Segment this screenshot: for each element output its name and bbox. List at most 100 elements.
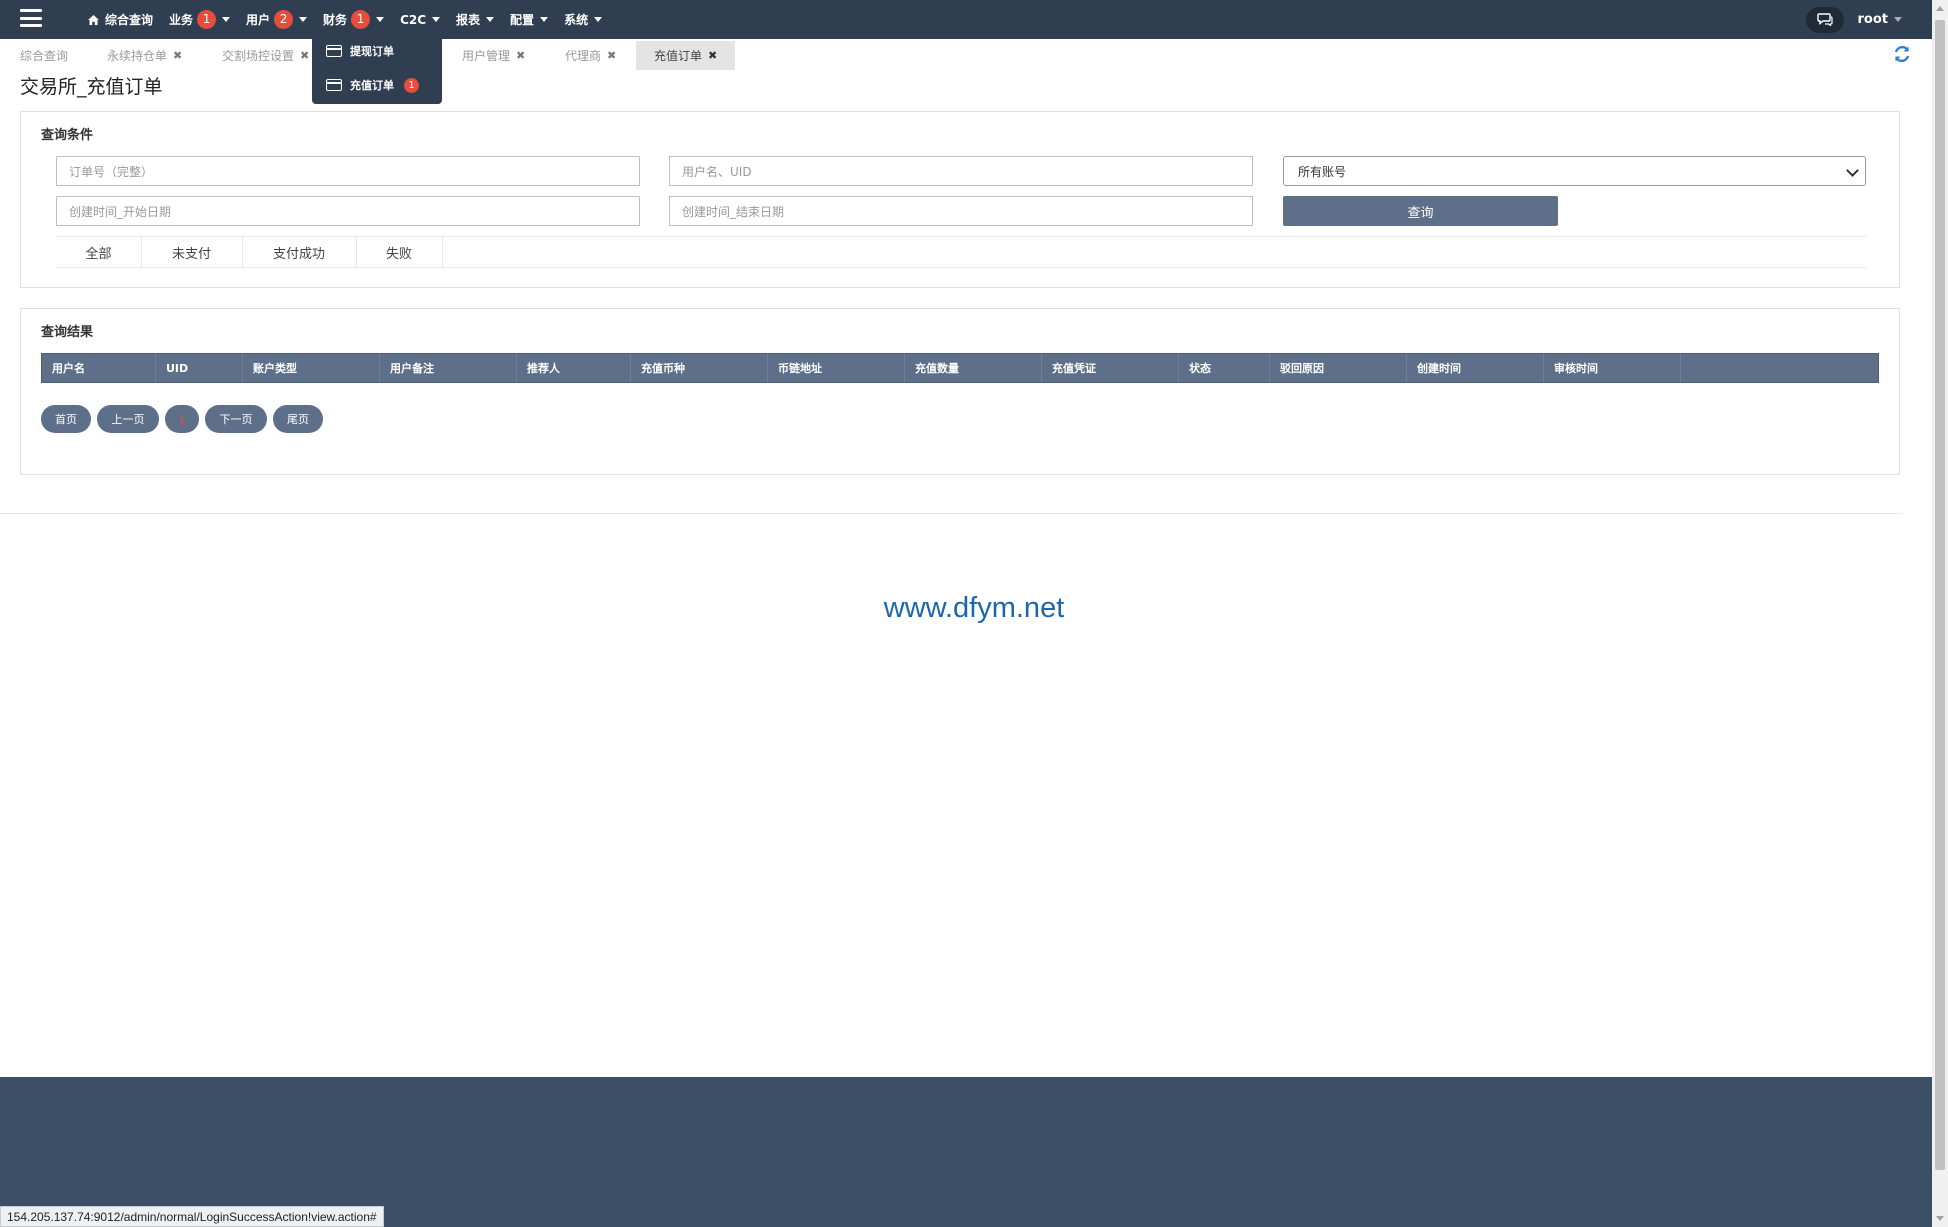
notification-badge: 1 [197,10,217,29]
nav-item-label: 综合查询 [105,13,154,27]
user-menu[interactable]: root [1857,12,1902,27]
close-icon[interactable]: ✖ [607,49,616,62]
status-tab-failed[interactable]: 失败 [356,237,443,267]
caret-down-icon [222,17,231,22]
column-header[interactable]: 驳回原因 [1270,354,1407,382]
status-tab-paid[interactable]: 支付成功 [242,237,357,267]
tab-recharge-orders[interactable]: 充值订单 ✖ [636,41,736,70]
column-header[interactable]: 币链地址 [768,354,905,382]
nav-item-label: 系统 [564,13,589,27]
nav-item-overview[interactable]: 综合查询 [80,0,161,39]
order-number-input[interactable]: 订单号（完整） [56,156,640,186]
page-tabs: 综合查询 永续持仓单 ✖ 交割场控设置 ✖ 用户管理 ✖ 代理商 ✖ 充值订单 … [0,41,1932,70]
nav-item-business[interactable]: 业务 1 [161,0,238,39]
results-table-header: 用户名 UID 账户类型 用户备注 推荐人 充值币种 币链地址 充值数量 充值凭… [41,353,1879,383]
close-icon[interactable]: ✖ [173,49,182,62]
tab-label: 永续持仓单 [107,49,168,63]
scroll-up-arrow-icon[interactable] [1936,6,1944,11]
scroll-down-arrow-icon[interactable] [1936,1216,1944,1221]
nav-item-users[interactable]: 用户 2 [238,0,315,39]
tab-user-management[interactable]: 用户管理 ✖ [462,41,525,70]
column-header[interactable]: 用户备注 [380,354,517,382]
status-tab-unpaid[interactable]: 未支付 [141,237,243,267]
tab-agents[interactable]: 代理商 ✖ [565,41,616,70]
column-header[interactable]: 审核时间 [1544,354,1681,382]
nav-right: root [1805,0,1902,39]
menu-item-recharge-orders[interactable]: 充值订单 1 [326,75,419,95]
nav-item-config[interactable]: 配置 [502,0,556,39]
tab-label: 综合查询 [20,49,69,63]
column-header[interactable]: 账户类型 [243,354,380,382]
column-header[interactable]: 状态 [1179,354,1270,382]
nav-item-label: C2C [400,12,427,27]
column-header[interactable]: 用户名 [42,354,156,382]
column-header[interactable]: 充值币种 [631,354,768,382]
nav-item-reports[interactable]: 报表 [448,0,502,39]
refresh-icon[interactable] [1892,44,1912,64]
prev-page-button[interactable]: 上一页 [97,405,159,433]
query-button[interactable]: 查询 [1283,196,1558,226]
menu-item-withdraw-orders[interactable]: 提现订单 [326,41,394,61]
account-select[interactable]: 所有账号 [1283,156,1866,186]
notification-badge: 1 [404,77,419,93]
notification-badge: 1 [351,10,371,29]
close-icon[interactable]: ✖ [708,49,717,62]
home-icon [88,14,99,25]
column-header[interactable]: 充值凭证 [1042,354,1179,382]
caret-down-icon [540,17,549,22]
finance-dropdown-menu: 提现订单 充值订单 1 [312,31,442,104]
nav-item-label: 财务 [323,13,348,27]
tab-overview[interactable]: 综合查询 [20,41,68,70]
nav-item-label: 业务 [169,13,194,27]
username-uid-input[interactable]: 用户名、UID [669,156,1253,186]
nav-item-label: 报表 [456,13,481,27]
nav-item-label: 用户 [246,13,271,27]
tab-label: 代理商 [565,49,602,63]
end-date-input[interactable]: 创建时间_结束日期 [669,196,1253,226]
caret-down-icon [299,17,308,22]
tab-label: 充值订单 [654,49,703,63]
panel-title: 查询结果 [41,325,94,340]
first-page-button[interactable]: 首页 [41,405,91,433]
column-header[interactable]: 创建时间 [1407,354,1544,382]
notification-badge: 2 [274,10,294,29]
divider [0,513,1902,514]
user-name-label: root [1857,12,1889,27]
select-value: 所有账号 [1298,164,1347,179]
column-header[interactable]: 推荐人 [517,354,631,382]
credit-card-icon [326,79,342,91]
placeholder-text: 创建时间_开始日期 [69,204,172,219]
results-panel: 查询结果 用户名 UID 账户类型 用户备注 推荐人 充值币种 币链地址 充值数… [20,308,1900,475]
start-date-input[interactable]: 创建时间_开始日期 [56,196,640,226]
last-page-button[interactable]: 尾页 [273,405,323,433]
chat-button[interactable] [1805,6,1844,33]
status-tab-all[interactable]: 全部 [56,237,142,267]
watermark-link[interactable]: www.dfym.net [0,592,1948,625]
nav-item-system[interactable]: 系统 [556,0,610,39]
close-icon[interactable]: ✖ [300,49,309,62]
tab-label: 交割场控设置 [222,49,295,63]
current-page-button[interactable]: 1 [165,405,199,433]
close-icon[interactable]: ✖ [516,49,525,62]
next-page-button[interactable]: 下一页 [205,405,267,433]
page-title: 交易所_充值订单 [20,76,163,98]
tab-label: 用户管理 [462,49,511,63]
tab-delivery-control[interactable]: 交割场控设置 ✖ [222,41,309,70]
menu-item-label: 提现订单 [350,45,394,58]
hamburger-menu-icon[interactable] [20,9,42,27]
placeholder-text: 用户名、UID [682,164,752,179]
tab-perpetual-positions[interactable]: 永续持仓单 ✖ [107,41,182,70]
credit-card-icon [326,45,342,57]
page-footer [0,1077,1932,1227]
caret-down-icon [376,17,385,22]
placeholder-text: 订单号（完整） [69,164,154,179]
column-header[interactable]: UID [156,354,243,382]
browser-status-url: 154.205.137.74:9012/admin/normal/LoginSu… [0,1206,384,1227]
scroll-thumb[interactable] [1935,20,1945,1170]
menu-item-label: 充值订单 [350,79,394,92]
caret-down-icon [594,17,603,22]
chevron-down-icon [1846,164,1859,177]
vertical-scrollbar[interactable] [1932,0,1948,1227]
top-navbar: 综合查询 业务 1 用户 2 财务 1 C2C 报表 配置 系统 root [0,0,1932,39]
column-header[interactable]: 充值数量 [905,354,1042,382]
